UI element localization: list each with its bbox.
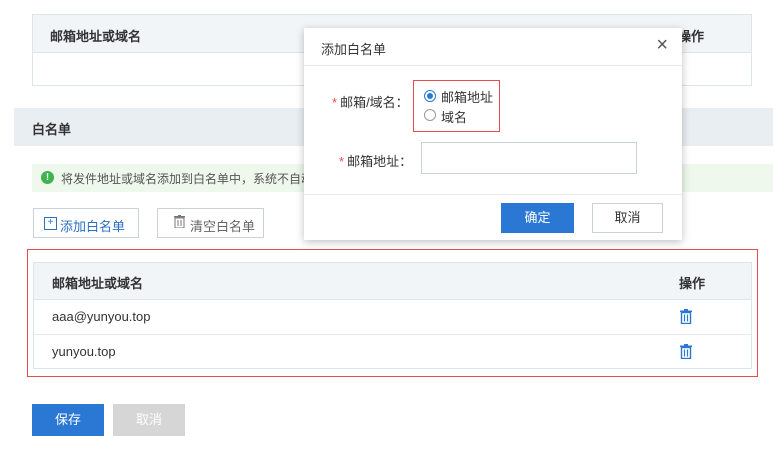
trash-icon [174,215,185,229]
table-row: yunyou.top [34,335,751,369]
radio-domain[interactable] [424,109,436,121]
required-mark: * [339,154,345,169]
top-col-address: 邮箱地址或域名 [50,29,142,44]
delete-icon[interactable] [680,344,692,360]
type-label-text: 邮箱/域名： [340,95,409,110]
required-mark: * [332,95,338,110]
add-whitelist-dialog: 添加白名单 × * 邮箱/域名： 邮箱地址 域名 * 邮箱地址： 确定 取消 [304,28,682,240]
email-address-input[interactable] [421,142,637,174]
whitelist-table-header: 邮箱地址或域名 操作 [34,263,751,300]
radio-email-label[interactable]: 邮箱地址 [441,87,493,106]
tip-text: 将发件地址或域名添加到白名单中，系统不自动 [61,172,314,186]
type-field-label: * 邮箱/域名： [332,92,409,111]
dialog-footer: 确定 取消 [304,194,682,241]
dialog-header: 添加白名单 × [304,28,682,66]
dialog-title: 添加白名单 [321,42,387,57]
row-address: aaa@yunyou.top [52,309,151,324]
section-title: 白名单 [32,122,72,137]
radio-email[interactable] [424,90,436,102]
add-icon: + [44,217,57,230]
col-address: 邮箱地址或域名 [52,276,144,291]
save-button[interactable]: 保存 [32,404,104,436]
type-radio-group: 邮箱地址 域名 [413,80,500,132]
address-field-label: * 邮箱地址： [339,151,412,170]
add-whitelist-label: 添加白名单 [60,219,126,234]
address-label-text: 邮箱地址： [347,154,413,169]
whitelist-table: 邮箱地址或域名 操作 aaa@yunyou.top yunyou.top [33,262,752,369]
radio-domain-label[interactable]: 域名 [441,107,467,126]
delete-icon[interactable] [680,309,692,325]
clear-whitelist-button[interactable]: 清空白名单 [157,208,264,238]
cancel-button[interactable]: 取消 [113,404,185,436]
close-icon[interactable]: × [656,35,668,55]
table-row: aaa@yunyou.top [34,300,751,335]
row-address: yunyou.top [52,344,116,359]
clear-whitelist-label: 清空白名单 [190,219,256,234]
col-action: 操作 [679,276,706,291]
info-icon: ! [41,171,54,184]
add-whitelist-button[interactable]: + 添加白名单 [33,208,139,238]
dialog-cancel-button[interactable]: 取消 [592,203,663,233]
confirm-button[interactable]: 确定 [501,203,574,233]
settings-page: 邮箱地址或域名 操作 白名单 ! 将发件地址或域名添加到白名单中，系统不自动 +… [0,0,773,464]
